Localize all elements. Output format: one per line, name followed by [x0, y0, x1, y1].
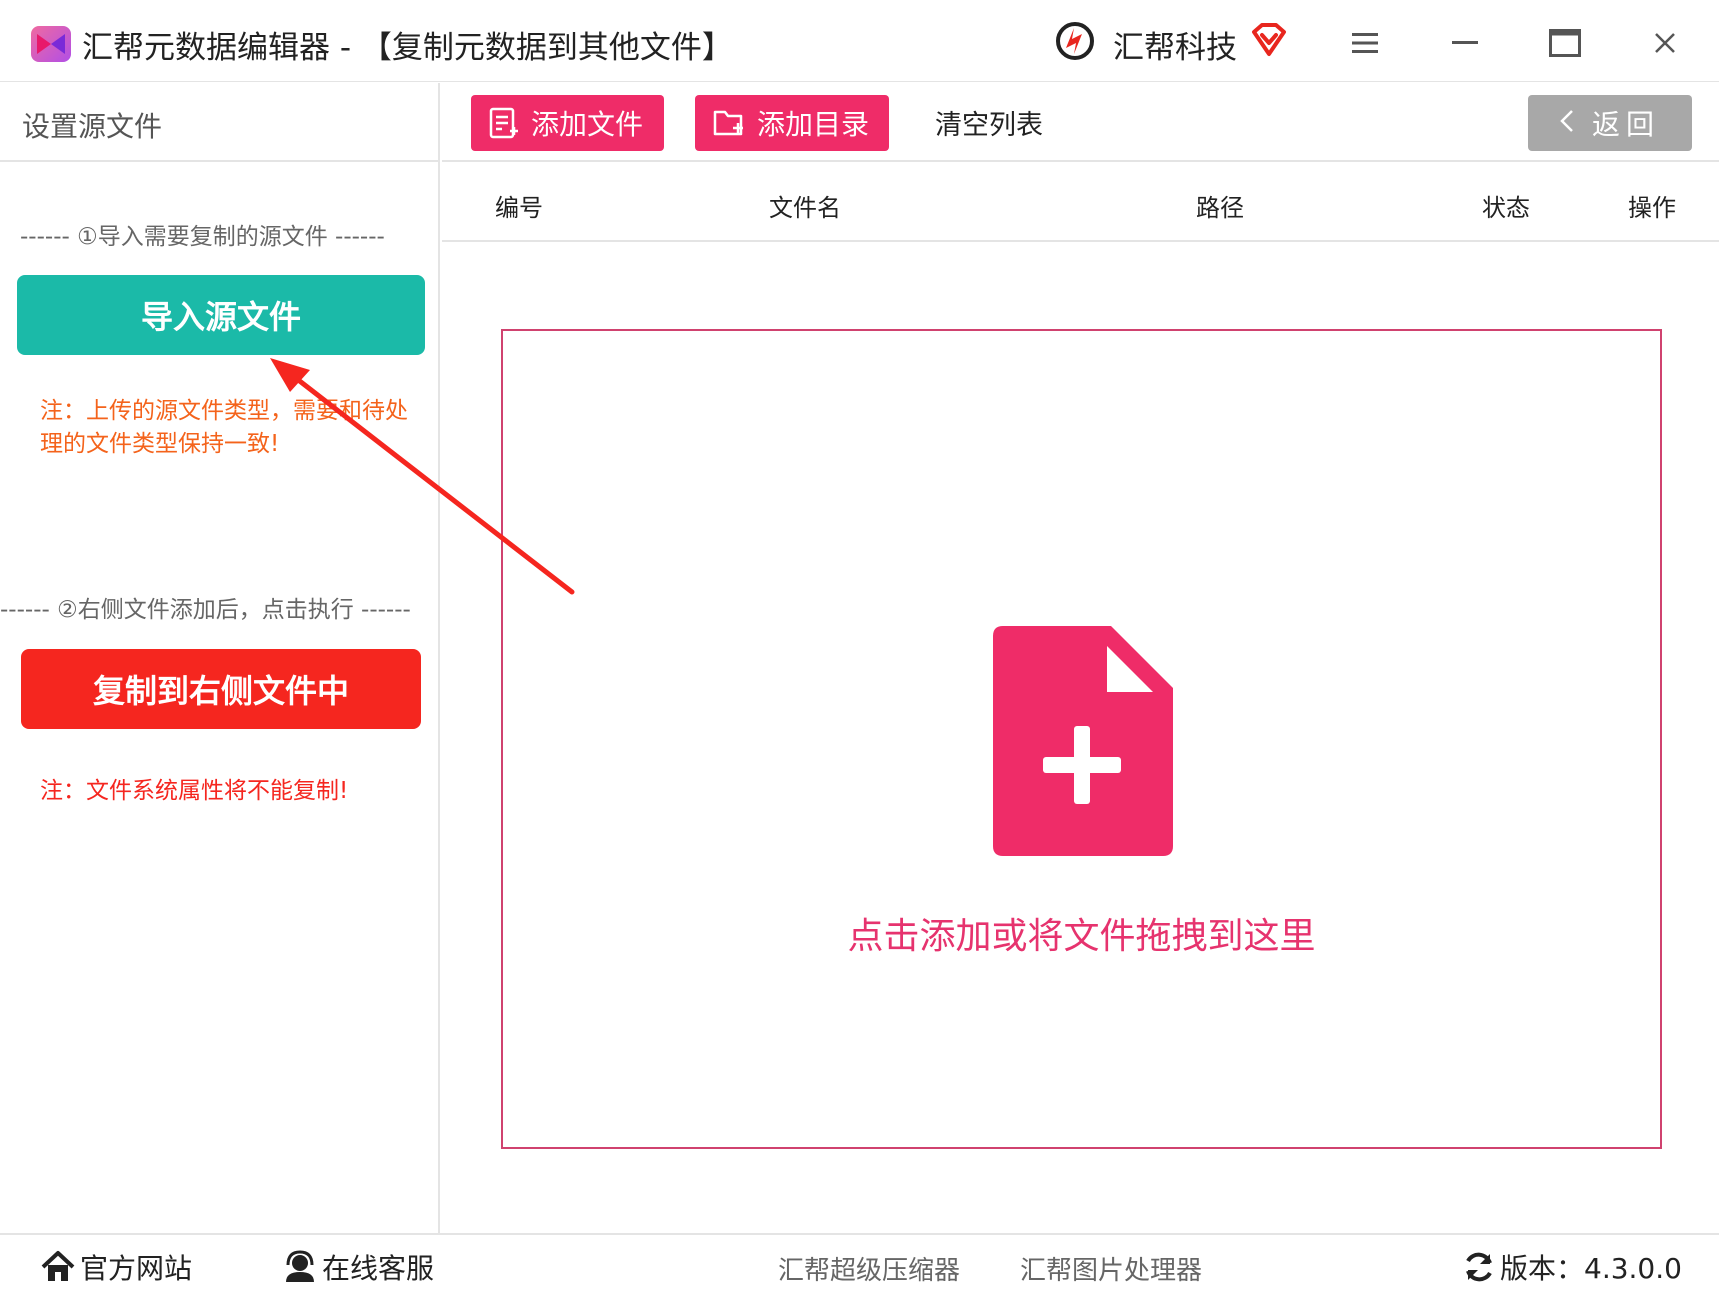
add-file-icon: [489, 107, 518, 139]
hamburger-icon: [1352, 33, 1378, 53]
add-file-label: 添加文件: [531, 108, 644, 141]
compressor-link[interactable]: 汇帮超级压缩器: [778, 1250, 960, 1287]
file-drop-zone[interactable]: 点击添加或将文件拖拽到这里: [501, 329, 1662, 1149]
drop-zone-hint: 点击添加或将文件拖拽到这里: [847, 916, 1316, 957]
add-folder-icon: [713, 110, 743, 136]
app-title: 汇帮元数据编辑器 - 【复制元数据到其他文件】: [82, 30, 733, 66]
add-directory-button[interactable]: 添加目录: [695, 95, 889, 151]
file-attributes-note: 注：文件系统属性将不能复制!: [40, 778, 349, 804]
copy-to-right-button[interactable]: 复制到右侧文件中: [21, 649, 421, 729]
minimize-icon: [1452, 41, 1478, 44]
footer-bar: 官方网站 在线客服 汇帮超级压缩器 汇帮图片处理器 版本：4.3.0.0: [0, 1233, 1719, 1299]
add-directory-label: 添加目录: [757, 108, 870, 141]
brand-name: 汇帮科技: [1113, 30, 1237, 66]
column-header-path[interactable]: 路径: [1196, 188, 1244, 223]
left-panel: 设置源文件 ------ ①导入需要复制的源文件 ------ 导入源文件 注：…: [0, 83, 440, 1233]
column-header-index[interactable]: 编号: [495, 188, 543, 223]
back-button[interactable]: 返回: [1528, 95, 1692, 151]
column-header-status[interactable]: 状态: [1482, 188, 1530, 223]
add-file-large-icon: [993, 626, 1173, 856]
title-bar: 汇帮元数据编辑器 - 【复制元数据到其他文件】 汇帮科技: [0, 0, 1719, 82]
official-site-label: 官方网站: [80, 1252, 193, 1285]
clear-list-button[interactable]: 清空列表: [935, 103, 1043, 142]
annotation-arrow-icon: [270, 358, 575, 595]
add-file-button[interactable]: 添加文件: [471, 95, 664, 151]
version-label: 版本：4.3.0.0: [1500, 1252, 1682, 1285]
close-icon: [1655, 33, 1675, 53]
refresh-icon[interactable]: [1462, 1250, 1496, 1284]
online-service-label: 在线客服: [322, 1252, 435, 1285]
minimize-button[interactable]: [1440, 20, 1490, 66]
app-logo-icon: [31, 26, 71, 62]
vip-diamond-icon[interactable]: [1250, 22, 1288, 58]
toolbar: 添加文件 添加目录 清空列表 返回: [442, 83, 1719, 162]
file-table-header: 编号 文件名 路径 状态 操作: [442, 164, 1719, 242]
import-source-button[interactable]: 导入源文件: [17, 275, 425, 355]
online-service-link[interactable]: 在线客服: [282, 1247, 434, 1287]
headset-icon: [286, 1250, 314, 1282]
home-icon: [41, 1251, 75, 1281]
maximize-button[interactable]: [1540, 20, 1590, 66]
column-header-filename[interactable]: 文件名: [769, 188, 841, 223]
chevron-left-icon: [1560, 107, 1574, 140]
left-panel-header: 设置源文件: [0, 83, 440, 162]
image-processor-link[interactable]: 汇帮图片处理器: [1020, 1250, 1202, 1287]
hamburger-menu-button[interactable]: [1340, 20, 1390, 66]
maximize-icon: [1549, 29, 1581, 57]
column-header-action[interactable]: 操作: [1628, 188, 1676, 223]
step1-text: ------ ①导入需要复制的源文件 ------: [20, 224, 385, 250]
left-panel-title: 设置源文件: [22, 110, 163, 143]
version-info: 版本：4.3.0.0: [1462, 1247, 1682, 1287]
official-site-link[interactable]: 官方网站: [40, 1247, 192, 1287]
brand-logo-icon: [1052, 18, 1098, 64]
back-label: 返回: [1591, 108, 1660, 141]
close-button[interactable]: [1640, 20, 1690, 66]
